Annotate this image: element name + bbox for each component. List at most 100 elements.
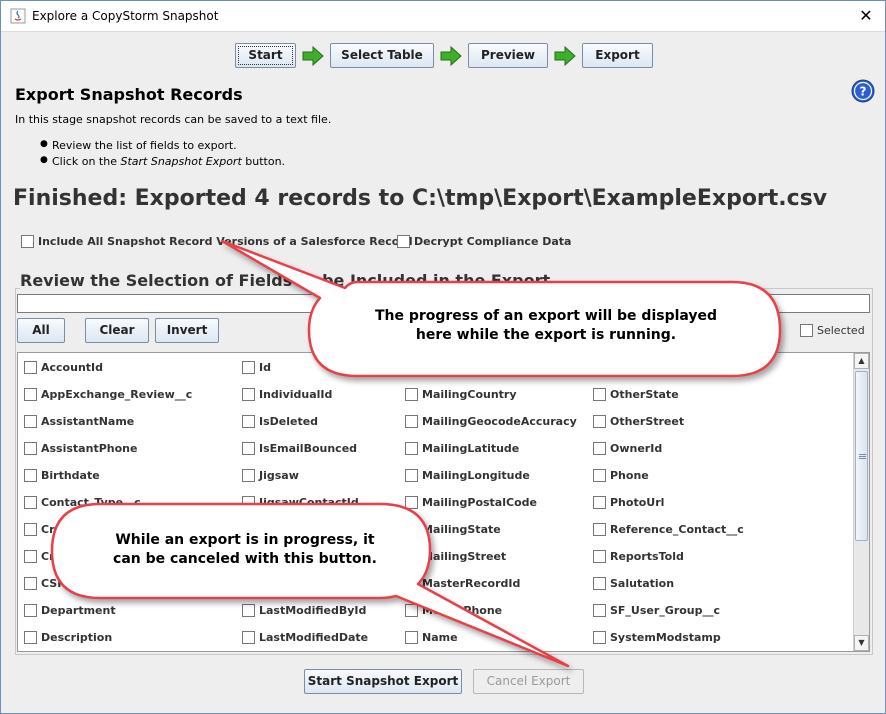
field-checkbox-item[interactable]: SF_User_Group__c [593,604,720,617]
step-export-button[interactable]: Export [582,43,653,68]
checkbox-box[interactable] [593,496,606,509]
field-checkbox-item[interactable]: AssistantName [24,415,134,428]
checkbox-box[interactable] [405,550,418,563]
checkbox-box[interactable] [21,235,34,248]
checkbox-box[interactable] [242,631,255,644]
checkbox-box[interactable] [242,415,255,428]
start-snapshot-export-button[interactable]: Start Snapshot Export [304,669,462,694]
checkbox-box[interactable] [405,496,418,509]
field-checkbox-item[interactable]: JigsawContactId [242,496,359,509]
field-list-scrollbar[interactable]: ▲ ▼ [853,353,869,651]
field-list[interactable]: AccountId AppExchange_Review__c AssistantN… [17,352,870,652]
checkbox-box[interactable] [405,631,418,644]
field-checkbox-item[interactable]: CSR_Rep__c [24,577,113,590]
checkbox-box[interactable] [593,550,606,563]
close-icon[interactable]: ✕ [851,2,881,30]
checkbox-box[interactable] [24,442,37,455]
field-checkbox-item[interactable]: AssistantPhone [24,442,137,455]
field-checkbox-item[interactable]: Birthdate [24,469,100,482]
field-checkbox-item[interactable]: Salutation [593,577,674,590]
cancel-export-button[interactable]: Cancel Export [473,669,584,694]
checkbox-box[interactable] [242,577,255,590]
checkbox-box[interactable] [593,388,606,401]
field-checkbox-item[interactable]: Contact_Type__c [24,496,141,509]
field-checkbox-item[interactable]: MailingGeocodeAccuracy [405,415,577,428]
field-checkbox-item[interactable]: LastModifiedById [242,604,366,617]
field-checkbox-item[interactable]: MailingLongitude [405,469,530,482]
checkbox-box[interactable] [405,388,418,401]
field-checkbox-item[interactable]: LastModifiedDate [242,631,368,644]
select-all-button[interactable]: All [17,318,65,343]
field-checkbox-item[interactable]: ReportsTold [593,550,684,563]
field-checkbox-item[interactable]: IndividualId [242,388,332,401]
step-start-button[interactable]: Start [235,43,296,68]
checkbox-box[interactable] [405,604,418,617]
checkbox-box[interactable] [593,523,606,536]
field-checkbox-item[interactable]: MailingStreet [405,550,506,563]
checkbox-box[interactable] [24,496,37,509]
include-all-versions-checkbox[interactable]: Include All Snapshot Record Versions of … [21,235,413,248]
checkbox-box[interactable] [24,469,37,482]
step-preview-button[interactable]: Preview [468,43,548,68]
field-checkbox-item[interactable]: MailingCity [405,361,492,374]
field-checkbox-item[interactable]: LastCUUpdateDate [242,577,376,590]
checkbox-box[interactable] [397,235,410,248]
checkbox-box[interactable] [242,442,255,455]
checkbox-box[interactable] [405,415,418,428]
checkbox-box[interactable] [593,415,606,428]
checkbox-box[interactable] [24,415,37,428]
checkbox-box[interactable] [405,361,418,374]
checkbox-box[interactable] [242,388,255,401]
field-checkbox-item[interactable]: Reference_Contact__c [593,523,744,536]
checkbox-box[interactable] [405,442,418,455]
field-checkbox-item[interactable]: OtherState [593,388,679,401]
field-checkbox-item[interactable]: SystemModstamp [593,631,721,644]
checkbox-box[interactable] [800,324,813,337]
scroll-up-button[interactable]: ▲ [854,353,869,369]
field-checkbox-item[interactable]: Description [24,631,112,644]
checkbox-box[interactable] [593,469,606,482]
field-checkbox-item[interactable]: OtherStreet [593,415,684,428]
checkbox-box[interactable] [242,469,255,482]
field-checkbox-item[interactable]: MasterRecordId [405,577,520,590]
checkbox-box[interactable] [242,496,255,509]
clear-selection-button[interactable]: Clear [85,318,149,343]
checkbox-box[interactable] [242,361,255,374]
checkbox-box[interactable] [593,361,606,374]
field-checkbox-item[interactable]: PhotoUrl [593,496,664,509]
field-checkbox-item[interactable]: Department [24,604,116,617]
field-checkbox-item[interactable]: MailingState [405,523,501,536]
field-checkbox-item[interactable]: Name [405,631,458,644]
checkbox-box[interactable] [24,604,37,617]
checkbox-box[interactable] [405,577,418,590]
field-checkbox-item[interactable]: AccountId [24,361,103,374]
checkbox-box[interactable] [593,577,606,590]
checkbox-box[interactable] [24,631,37,644]
checkbox-box[interactable] [405,523,418,536]
field-checkbox-item[interactable]: MailingPostalCode [405,496,537,509]
field-checkbox-item[interactable]: MailingLatitude [405,442,519,455]
selected-only-checkbox[interactable]: Selected [800,324,865,337]
field-checkbox-item[interactable]: MailingCountry [405,388,517,401]
checkbox-box[interactable] [593,604,606,617]
field-checkbox-item[interactable]: Phone [593,469,649,482]
scroll-down-button[interactable]: ▼ [854,635,869,651]
decrypt-compliance-checkbox[interactable]: Decrypt Compliance Data [397,235,571,248]
checkbox-box[interactable] [24,388,37,401]
checkbox-box[interactable] [24,550,37,563]
invert-selection-button[interactable]: Invert [155,318,219,343]
help-icon[interactable]: ? [851,79,875,103]
checkbox-box[interactable] [593,631,606,644]
checkbox-box[interactable] [405,469,418,482]
field-checkbox-item[interactable]: OtherPostalCode [593,361,715,374]
field-checkbox-item[interactable]: Jigsaw [242,469,299,482]
field-checkbox-item[interactable]: IsEmailBounced [242,442,357,455]
checkbox-box[interactable] [242,604,255,617]
checkbox-box[interactable] [24,523,37,536]
scroll-thumb[interactable] [855,371,868,541]
step-select-table-button[interactable]: Select Table [330,43,434,68]
checkbox-box[interactable] [593,442,606,455]
field-checkbox-item[interactable]: AppExchange_Review__c [24,388,192,401]
field-checkbox-item[interactable]: Id [242,361,271,374]
checkbox-box[interactable] [24,577,37,590]
